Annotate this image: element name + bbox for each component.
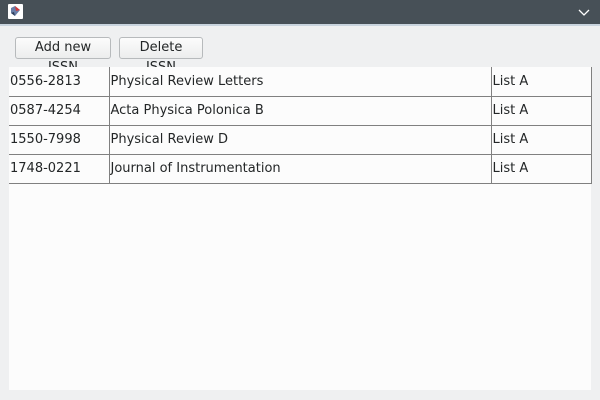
journal-name-cell[interactable]: Acta Physica Polonica B (109, 96, 492, 126)
issn-cell[interactable]: 1550-7998 (9, 125, 110, 155)
title-bar[interactable] (0, 0, 600, 24)
table-row[interactable]: 0556-2813 Physical Review Letters List A (9, 67, 592, 97)
table-row[interactable]: 1748-0221 Journal of Instrumentation Lis… (9, 154, 592, 184)
journal-name-cell[interactable]: Physical Review D (109, 125, 492, 155)
titlebar-divider (0, 24, 600, 26)
issn-cell[interactable]: 1748-0221 (9, 154, 110, 184)
table-row[interactable]: 0587-4254 Acta Physica Polonica B List A (9, 96, 592, 126)
add-new-issn-button[interactable]: Add new ISSN (15, 37, 111, 75)
issn-cell[interactable]: 0556-2813 (9, 67, 110, 97)
journal-name-cell[interactable]: Journal of Instrumentation (109, 154, 492, 184)
issn-table[interactable]: 0556-2813 Physical Review Letters List A… (9, 67, 592, 390)
list-cell[interactable]: List A (491, 67, 592, 97)
list-cell[interactable]: List A (491, 125, 592, 155)
list-cell[interactable]: List A (491, 96, 592, 126)
table-row[interactable]: 1550-7998 Physical Review D List A (9, 125, 592, 155)
list-cell[interactable]: List A (491, 154, 592, 184)
journal-name-cell[interactable]: Physical Review Letters (109, 67, 492, 97)
chevron-down-icon[interactable] (576, 4, 592, 20)
delete-issn-button[interactable]: Delete ISSN (119, 37, 203, 75)
issn-cell[interactable]: 0587-4254 (9, 96, 110, 126)
app-icon (8, 4, 23, 19)
